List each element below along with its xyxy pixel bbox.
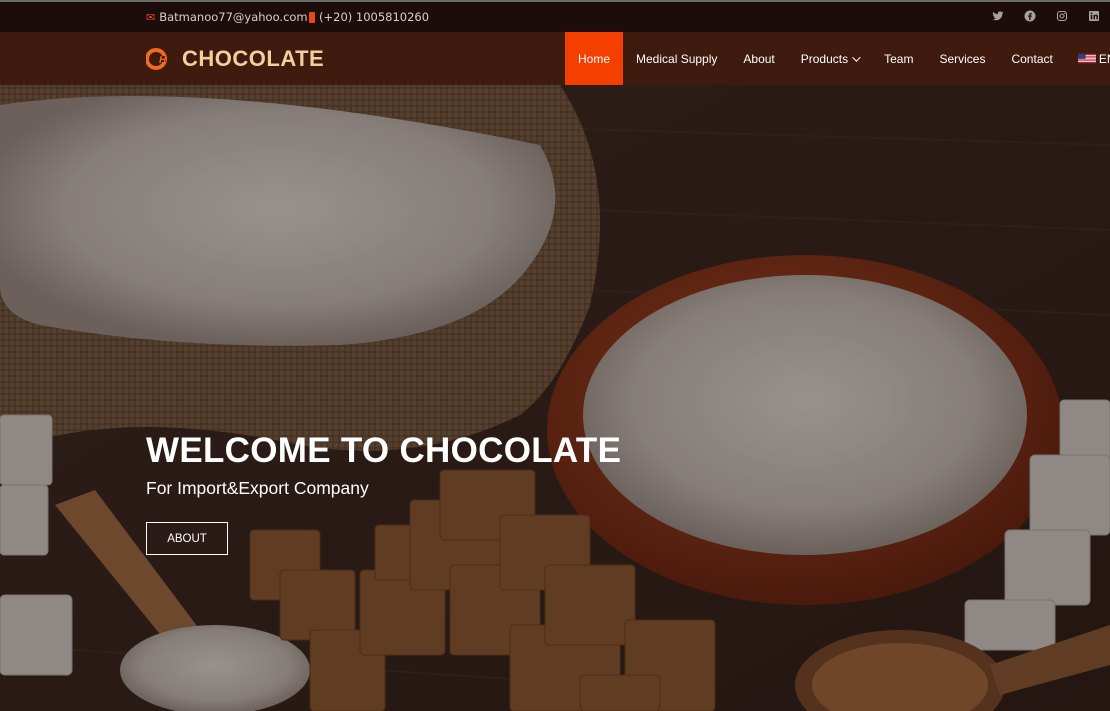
envelope-icon: ✉ [146,10,156,24]
nav-item-home[interactable]: Home [565,32,624,85]
phone-text[interactable]: (+20) 1005810260 [319,10,429,24]
nav-item-contact[interactable]: Contact [998,32,1065,85]
language-label: EN [1098,51,1110,66]
nav-item-medical-supply[interactable]: Medical Supply [623,32,730,85]
nav-item-about[interactable]: About [730,32,787,85]
ch-logo-icon: H [146,48,167,70]
facebook-icon[interactable] [1014,10,1046,25]
hero-title: WELCOME TO CHOCOLATE [146,431,622,470]
nav-item-services[interactable]: Services [926,32,998,85]
svg-text:H: H [159,55,167,66]
hero-subtitle: For Import&Export Company [146,478,369,498]
contact-phone[interactable]: (+20) 1005810260 [309,10,429,24]
language-selector[interactable]: EN [1066,32,1110,85]
social-links [982,10,1110,25]
brand-name: CHOCOLATE [182,46,325,71]
twitter-icon[interactable] [982,10,1014,25]
email-text[interactable]: Batmanoo77@yahoo.com [159,10,307,24]
hero-background-image [0,85,1110,711]
brand[interactable]: H CHOCOLATE [146,46,324,72]
nav-item-products[interactable]: Products [788,32,871,85]
contact-email[interactable]: ✉ Batmanoo77@yahoo.com [146,10,308,24]
us-flag-icon [1077,53,1096,64]
nav-item-team[interactable]: Team [871,32,926,85]
top-bar: ✉ Batmanoo77@yahoo.com (+20) 1005810260 [0,0,1110,32]
linkedin-icon[interactable] [1078,10,1110,25]
main-navbar: H CHOCOLATE Home Medical Supply About Pr… [0,32,1110,85]
phone-icon [309,11,315,23]
nav-menu: Home Medical Supply About Products Team … [565,32,1110,85]
about-button[interactable]: ABOUT [146,522,228,555]
hero-section: WELCOME TO CHOCOLATE For Import&Export C… [0,85,1110,711]
nav-item-products-label: Products [800,51,849,66]
chevron-down-icon [852,52,861,62]
instagram-icon[interactable] [1046,10,1078,25]
